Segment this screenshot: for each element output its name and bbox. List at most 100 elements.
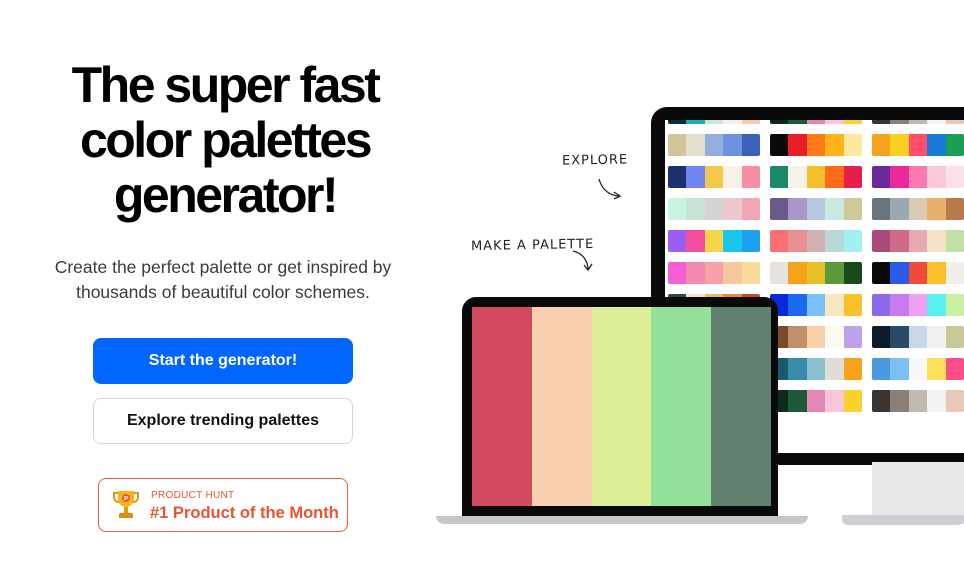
product-hunt-badge[interactable]: P PRODUCT HUNT #1 Product of the Month bbox=[98, 478, 348, 532]
color-swatch bbox=[770, 134, 789, 156]
palette-card[interactable] bbox=[872, 166, 964, 188]
color-swatch bbox=[668, 166, 687, 188]
palette-card[interactable] bbox=[770, 326, 862, 348]
palette-card[interactable] bbox=[668, 198, 760, 220]
color-swatch bbox=[927, 198, 946, 220]
hero-subtitle: Create the perfect palette or get inspir… bbox=[0, 255, 446, 305]
color-swatch bbox=[806, 134, 826, 156]
palette-card[interactable] bbox=[770, 166, 862, 188]
monitor-base bbox=[842, 515, 964, 525]
palette-card[interactable] bbox=[770, 294, 862, 316]
color-swatch bbox=[908, 120, 928, 124]
palette-card[interactable] bbox=[872, 120, 964, 124]
color-swatch bbox=[908, 294, 928, 316]
palette-card[interactable] bbox=[668, 230, 760, 252]
color-swatch bbox=[723, 120, 742, 124]
color-swatch bbox=[806, 358, 826, 380]
color-swatch bbox=[711, 307, 771, 506]
palette-card[interactable] bbox=[872, 358, 964, 380]
palette-card[interactable] bbox=[770, 390, 862, 412]
color-swatch bbox=[927, 120, 946, 124]
palette-card[interactable] bbox=[770, 262, 862, 284]
color-swatch bbox=[945, 390, 964, 412]
color-swatch bbox=[668, 198, 687, 220]
palette-card[interactable] bbox=[872, 134, 964, 156]
color-swatch bbox=[908, 390, 928, 412]
color-swatch bbox=[770, 262, 789, 284]
color-swatch bbox=[927, 358, 946, 380]
color-swatch bbox=[668, 120, 687, 124]
subtitle-line: thousands of beautiful color schemes. bbox=[76, 282, 370, 302]
color-swatch bbox=[741, 120, 760, 124]
palette-card[interactable] bbox=[770, 358, 862, 380]
palette-card[interactable] bbox=[872, 326, 964, 348]
palette-card[interactable] bbox=[668, 134, 760, 156]
color-swatch bbox=[668, 262, 687, 284]
color-swatch bbox=[723, 198, 742, 220]
color-swatch bbox=[927, 262, 946, 284]
hero-headline: The super fast color palettes generator! bbox=[0, 58, 450, 223]
color-swatch bbox=[825, 230, 844, 252]
explore-arrow-icon bbox=[598, 178, 622, 200]
palette-card[interactable] bbox=[770, 198, 862, 220]
palette-card[interactable] bbox=[770, 134, 862, 156]
color-swatch bbox=[945, 198, 964, 220]
color-swatch bbox=[686, 198, 705, 220]
trophy-icon: P bbox=[113, 491, 139, 518]
color-swatch bbox=[843, 390, 862, 412]
color-swatch bbox=[843, 262, 862, 284]
color-swatch bbox=[788, 198, 807, 220]
start-generator-button[interactable]: Start the generator! bbox=[93, 338, 353, 384]
palette-card[interactable] bbox=[872, 262, 964, 284]
explore-trending-button[interactable]: Explore trending palettes bbox=[93, 398, 353, 444]
color-swatch bbox=[843, 166, 862, 188]
color-swatch bbox=[704, 166, 724, 188]
color-swatch bbox=[686, 262, 705, 284]
palette-card[interactable] bbox=[770, 230, 862, 252]
headline-line: color palettes bbox=[79, 112, 373, 168]
color-swatch bbox=[668, 134, 687, 156]
headline-line: The super fast bbox=[71, 57, 381, 113]
color-swatch bbox=[723, 166, 742, 188]
color-swatch bbox=[741, 134, 760, 156]
color-swatch bbox=[945, 358, 964, 380]
color-swatch bbox=[788, 230, 807, 252]
palette-card[interactable] bbox=[872, 230, 964, 252]
color-swatch bbox=[806, 390, 826, 412]
color-swatch bbox=[651, 307, 712, 506]
color-swatch bbox=[927, 294, 946, 316]
palette-card[interactable] bbox=[668, 262, 760, 284]
color-swatch bbox=[908, 326, 928, 348]
color-swatch bbox=[668, 230, 687, 252]
badge-title: #1 Product of the Month bbox=[150, 504, 339, 522]
color-swatch bbox=[825, 326, 844, 348]
badge-source-label: PRODUCT HUNT bbox=[151, 490, 235, 501]
color-swatch bbox=[825, 390, 844, 412]
color-swatch bbox=[872, 166, 891, 188]
color-swatch bbox=[825, 262, 844, 284]
palette-card[interactable] bbox=[872, 294, 964, 316]
palette-card[interactable] bbox=[872, 198, 964, 220]
palette-card[interactable] bbox=[668, 120, 760, 124]
color-swatch bbox=[927, 326, 946, 348]
color-swatch bbox=[825, 134, 844, 156]
color-swatch bbox=[704, 134, 724, 156]
color-swatch bbox=[890, 390, 909, 412]
svg-text:P: P bbox=[124, 497, 128, 503]
palette-card[interactable] bbox=[770, 120, 862, 124]
palette-card[interactable] bbox=[668, 166, 760, 188]
headline-line: generator! bbox=[113, 167, 339, 223]
color-swatch bbox=[890, 120, 909, 124]
color-swatch bbox=[686, 134, 705, 156]
color-swatch bbox=[686, 230, 705, 252]
color-swatch bbox=[890, 326, 909, 348]
color-swatch bbox=[927, 390, 946, 412]
color-swatch bbox=[890, 230, 909, 252]
color-swatch bbox=[788, 166, 807, 188]
color-swatch bbox=[770, 166, 789, 188]
color-swatch bbox=[788, 262, 807, 284]
palette-card[interactable] bbox=[872, 390, 964, 412]
color-swatch bbox=[890, 294, 909, 316]
color-swatch bbox=[890, 166, 909, 188]
color-swatch bbox=[686, 166, 705, 188]
